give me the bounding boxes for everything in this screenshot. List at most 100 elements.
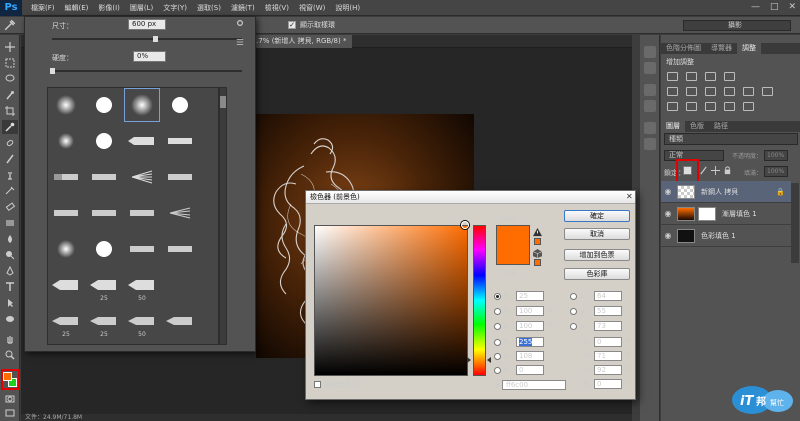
maximize-button[interactable]: □ bbox=[770, 2, 779, 12]
brush-grid-scrollbar[interactable] bbox=[219, 87, 227, 345]
hardness-slider-track[interactable] bbox=[52, 70, 242, 72]
brush-soft-round[interactable] bbox=[48, 88, 84, 122]
healing-brush-icon[interactable] bbox=[2, 136, 18, 150]
brush-soft-round-selected[interactable] bbox=[124, 88, 160, 122]
brush-chisel-25b[interactable]: 25 bbox=[86, 304, 122, 338]
brush-round-bristle[interactable] bbox=[86, 160, 122, 194]
visibility-eye-icon[interactable]: ◉ bbox=[661, 209, 675, 218]
blue-radio[interactable] bbox=[494, 367, 501, 374]
color-balance-icon[interactable] bbox=[705, 87, 716, 96]
menu-file[interactable]: 檔案(F) bbox=[26, 3, 60, 13]
black-white-icon[interactable] bbox=[724, 87, 735, 96]
pen-tool-icon[interactable] bbox=[2, 264, 18, 278]
brush-pencil-large[interactable] bbox=[48, 268, 84, 302]
tab-histogram[interactable]: 色階分佈圖 bbox=[661, 43, 706, 54]
swatches-panel-icon[interactable] bbox=[644, 100, 656, 112]
saturation-input[interactable]: 100 bbox=[516, 306, 544, 316]
brush-fan[interactable] bbox=[124, 160, 160, 194]
black-input[interactable]: 0 bbox=[594, 379, 622, 389]
web-safe-color-swatch[interactable] bbox=[534, 259, 541, 266]
quick-select-tool-icon[interactable] bbox=[2, 88, 18, 102]
invert-icon[interactable] bbox=[667, 102, 678, 111]
out-of-gamut-warning-icon[interactable] bbox=[533, 228, 542, 237]
cyan-input[interactable]: 0 bbox=[594, 337, 622, 347]
hardness-slider-thumb[interactable] bbox=[50, 68, 55, 74]
a-channel-input[interactable]: 55 bbox=[594, 306, 622, 316]
layer-filter-select[interactable]: 種類 bbox=[664, 133, 798, 145]
selective-color-icon[interactable] bbox=[743, 102, 754, 111]
channel-mixer-icon[interactable] bbox=[762, 87, 773, 96]
eyedropper-tool-icon[interactable] bbox=[4, 19, 16, 31]
close-window-button[interactable]: ✕ bbox=[788, 2, 796, 12]
type-tool-icon[interactable] bbox=[2, 280, 18, 294]
close-icon[interactable]: ✕ bbox=[626, 193, 633, 201]
l-radio[interactable] bbox=[570, 293, 577, 300]
clone-stamp-icon[interactable] bbox=[2, 168, 18, 182]
menu-edit[interactable]: 編輯(E) bbox=[60, 3, 94, 13]
vibrance-icon[interactable] bbox=[667, 87, 678, 96]
brush-pencil-50[interactable]: 50 bbox=[124, 268, 160, 302]
blue-input[interactable]: 0 bbox=[516, 365, 544, 375]
marquee-tool-icon[interactable] bbox=[2, 56, 18, 70]
b-radio[interactable] bbox=[494, 323, 501, 330]
layers-scrollbar[interactable] bbox=[791, 183, 799, 263]
brush-hard-round-small[interactable] bbox=[86, 124, 122, 158]
color-panel-icon[interactable] bbox=[644, 84, 656, 96]
brush-stiff[interactable] bbox=[124, 196, 160, 230]
panel-menu-icon[interactable] bbox=[236, 38, 244, 46]
photo-filter-icon[interactable] bbox=[743, 87, 754, 96]
web-safe-cube-icon[interactable] bbox=[532, 249, 543, 258]
color-libraries-button[interactable]: 色彩庫 bbox=[564, 268, 630, 280]
workspace-select[interactable]: 攝影 bbox=[683, 20, 791, 31]
brush-soft-round-large[interactable] bbox=[48, 232, 84, 266]
tab-paths[interactable]: 路徑 bbox=[709, 121, 733, 132]
lightness-input[interactable]: 64 bbox=[594, 291, 622, 301]
shape-tool-icon[interactable] bbox=[2, 312, 18, 326]
lasso-tool-icon[interactable] bbox=[2, 72, 18, 86]
quick-mask-icon[interactable] bbox=[2, 392, 18, 406]
eyedropper-icon[interactable] bbox=[2, 120, 18, 134]
brush-flat-tip-2[interactable] bbox=[124, 232, 160, 266]
green-input[interactable]: 108 bbox=[516, 351, 544, 361]
h-radio[interactable] bbox=[494, 293, 501, 300]
ok-button[interactable]: 確定 bbox=[564, 210, 630, 222]
menu-image[interactable]: 影像(I) bbox=[93, 3, 125, 13]
path-select-icon[interactable] bbox=[2, 296, 18, 310]
exposure-icon[interactable] bbox=[724, 72, 735, 81]
layer-row[interactable]: ◉ 新鋼人 拷貝 🔒 bbox=[661, 181, 791, 203]
posterize-icon[interactable] bbox=[686, 102, 697, 111]
b-channel-input[interactable]: 73 bbox=[594, 321, 622, 331]
brightness-input[interactable]: 100 bbox=[516, 321, 544, 331]
lock-move-icon[interactable] bbox=[711, 166, 720, 175]
brush-flat-tip-3[interactable] bbox=[162, 232, 198, 266]
brightness-icon[interactable] bbox=[667, 72, 678, 81]
brush-splay[interactable] bbox=[162, 196, 198, 230]
dodge-tool-icon[interactable] bbox=[2, 248, 18, 262]
hardness-input[interactable]: 0% bbox=[133, 51, 166, 62]
red-input[interactable]: 255 bbox=[516, 337, 544, 347]
histogram-panel-icon[interactable] bbox=[644, 46, 656, 58]
move-tool-icon[interactable] bbox=[2, 40, 18, 54]
character-panel-icon[interactable] bbox=[644, 122, 656, 134]
history-brush-icon[interactable] bbox=[2, 184, 18, 198]
a-radio[interactable] bbox=[570, 308, 577, 315]
size-slider-track[interactable] bbox=[52, 38, 242, 40]
brush-chisel-25[interactable]: 25 bbox=[48, 304, 84, 338]
brush-rough-round[interactable] bbox=[86, 196, 122, 230]
hex-input[interactable]: ff6c00 bbox=[502, 380, 566, 390]
menu-view[interactable]: 檢視(V) bbox=[260, 3, 294, 13]
tab-channels[interactable]: 色版 bbox=[685, 121, 709, 132]
size-input[interactable]: 600 px bbox=[128, 19, 166, 30]
add-to-swatches-button[interactable]: 增加到色票 bbox=[564, 249, 630, 261]
visibility-eye-icon[interactable]: ◉ bbox=[661, 231, 675, 240]
tab-navigator[interactable]: 導覽器 bbox=[706, 43, 737, 54]
lab-b-radio[interactable] bbox=[570, 323, 577, 330]
info-panel-icon[interactable] bbox=[644, 62, 656, 74]
color-field-marker[interactable] bbox=[461, 221, 469, 229]
tab-layers[interactable]: 圖層 bbox=[661, 121, 685, 132]
brush-tool-icon[interactable] bbox=[2, 152, 18, 166]
brush-blunt[interactable] bbox=[162, 160, 198, 194]
brush-chisel-50[interactable]: 50 bbox=[124, 304, 160, 338]
gamut-color-swatch[interactable] bbox=[534, 238, 541, 245]
menu-select[interactable]: 選取(S) bbox=[192, 3, 226, 13]
